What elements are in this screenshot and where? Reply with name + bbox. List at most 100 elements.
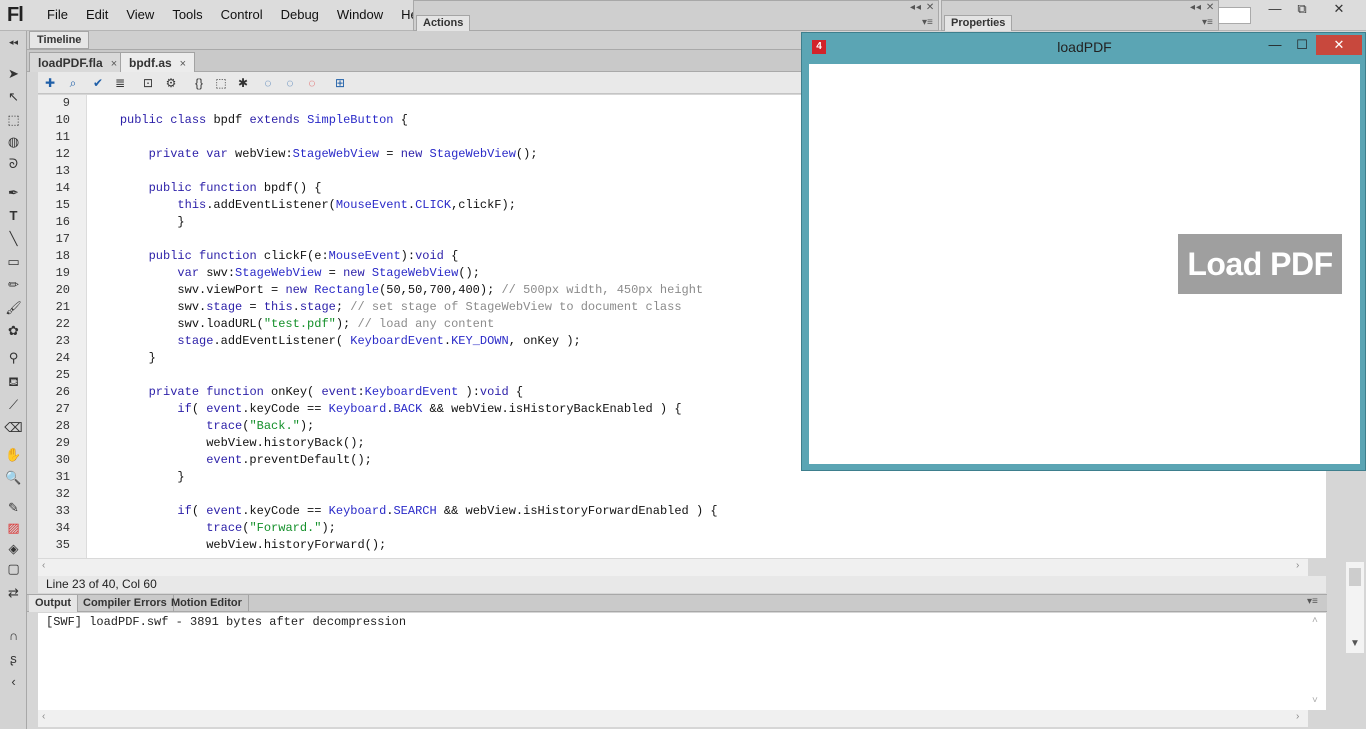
show-hide-toolbox-icon[interactable]: ⊞ bbox=[331, 74, 349, 92]
stroke-color-icon[interactable]: ✎ bbox=[4, 498, 23, 517]
menu-view[interactable]: View bbox=[117, 0, 163, 31]
code-text: webView.historyBack(); bbox=[91, 436, 365, 450]
actions-panel: Actions ◂◂ ✕ ▾≡ bbox=[413, 0, 939, 31]
tools-panel: ◂◂ ➤ ↖ ⬚ ◍ ᘐ ✒ T ╲ ▭ ✏ 🖌 ✿ ⚲ ⛾ ⟋ ⌫ ✋ 🔍 ✎… bbox=[0, 31, 27, 729]
line-icon[interactable]: ╲ bbox=[4, 229, 23, 248]
lasso-icon[interactable]: ᘐ bbox=[4, 154, 23, 173]
find-icon[interactable]: ⌕ bbox=[64, 74, 82, 92]
code-text: swv.stage = this.stage; // set stage of … bbox=[91, 300, 682, 314]
free-transform-icon[interactable]: ⬚ bbox=[4, 110, 23, 129]
snap-magnet-icon[interactable]: ∩ bbox=[4, 626, 23, 645]
pencil-icon[interactable]: ✏ bbox=[4, 275, 23, 294]
eraser-icon[interactable]: ⌫ bbox=[4, 418, 23, 437]
arrow-icon[interactable]: ➤ bbox=[4, 64, 23, 83]
menu-tools[interactable]: Tools bbox=[163, 0, 211, 31]
scroll-thumb[interactable] bbox=[1349, 568, 1361, 586]
code-line[interactable]: 33 if( event.keyCode == Keyboard.SEARCH … bbox=[38, 503, 1308, 520]
hand-icon[interactable]: ✋ bbox=[4, 445, 23, 464]
actions-tab[interactable]: Actions bbox=[416, 15, 471, 31]
menu-edit[interactable]: Edit bbox=[77, 0, 117, 31]
collapse-between-braces-icon[interactable]: {} bbox=[190, 74, 208, 92]
zoom-icon[interactable]: 🔍 bbox=[4, 468, 23, 487]
panel-collapse-icon[interactable]: ◂◂ ✕ bbox=[1190, 2, 1215, 13]
bone-icon[interactable]: ⚲ bbox=[4, 348, 23, 367]
menu-debug[interactable]: Debug bbox=[272, 0, 328, 31]
output-area[interactable]: [SWF] loadPDF.swf - 3891 bytes after dec… bbox=[38, 613, 1326, 710]
auto-format-icon[interactable]: ≣ bbox=[111, 74, 129, 92]
line-number: 34 bbox=[55, 521, 70, 535]
tab-bpdf-as[interactable]: bpdf.as × bbox=[120, 52, 196, 72]
expand-all-icon[interactable]: ✱ bbox=[234, 74, 252, 92]
collapse-selection-icon[interactable]: ⬚ bbox=[212, 74, 230, 92]
bucket-fill-icon[interactable]: ◈ bbox=[4, 539, 23, 558]
collapse-icon[interactable]: ◂◂ bbox=[4, 33, 23, 52]
menu-list: File Edit View Tools Control Debug Windo… bbox=[38, 0, 437, 31]
horizontal-scrollbar[interactable]: ‹ › bbox=[38, 558, 1308, 576]
code-hint-icon[interactable]: ⊡ bbox=[139, 74, 157, 92]
scroll-down-icon[interactable]: ˅ bbox=[1312, 695, 1318, 706]
tab-motion-editor[interactable]: Motion Editor bbox=[165, 595, 249, 612]
scroll-right-icon[interactable]: › bbox=[1296, 711, 1299, 722]
code-line[interactable]: 34 trace("Forward."); bbox=[38, 520, 1308, 537]
tab-output[interactable]: Output bbox=[29, 595, 79, 612]
straighten-icon[interactable]: ‹ bbox=[4, 672, 23, 691]
add-item-icon[interactable]: ✚ bbox=[41, 74, 59, 92]
line-number: 20 bbox=[55, 283, 70, 297]
line-number: 29 bbox=[55, 436, 70, 450]
close-icon[interactable]: × bbox=[111, 58, 117, 70]
remove-comment-icon[interactable]: ◌ bbox=[303, 74, 321, 92]
restore-button[interactable]: ⧉ bbox=[1289, 2, 1315, 18]
status-line: Line 23 of 40, Col 60 bbox=[38, 576, 1326, 593]
text-icon[interactable]: T bbox=[4, 206, 23, 225]
properties-panel: Properties ◂◂ ✕ ▾≡ bbox=[941, 0, 1219, 31]
fill-color-icon[interactable]: ▨ bbox=[4, 518, 23, 537]
panel-collapse-icon[interactable]: ◂◂ ✕ bbox=[910, 2, 935, 13]
minimize-button[interactable]: — bbox=[1262, 35, 1288, 55]
output-horizontal-scrollbar[interactable]: ‹ › bbox=[38, 710, 1308, 727]
code-text: if( event.keyCode == Keyboard.SEARCH && … bbox=[177, 504, 718, 518]
scroll-left-icon[interactable]: ‹ bbox=[42, 711, 45, 722]
code-line[interactable]: 32 bbox=[38, 486, 1308, 503]
search-input[interactable] bbox=[1218, 7, 1251, 24]
check-syntax-icon[interactable]: ✔ bbox=[89, 74, 107, 92]
scroll-down-icon[interactable]: ▼ bbox=[1350, 638, 1360, 649]
rectangle-icon[interactable]: ▭ bbox=[4, 252, 23, 271]
tab-loadpdf-fla[interactable]: loadPDF.fla × bbox=[29, 52, 127, 72]
code-text: var swv:StageWebView = new StageWebView(… bbox=[177, 266, 480, 280]
scroll-up-icon[interactable]: ˄ bbox=[1312, 615, 1318, 626]
maximize-button[interactable]: ☐ bbox=[1289, 35, 1315, 55]
close-button[interactable]: ✕ bbox=[1326, 2, 1352, 18]
paint-bucket-icon[interactable]: ⛾ bbox=[4, 372, 23, 391]
line-number: 27 bbox=[55, 402, 70, 416]
code-line[interactable]: 35 webView.historyForward(); bbox=[38, 537, 1308, 554]
close-button[interactable]: ✕ bbox=[1316, 35, 1362, 55]
vertical-scrollbar[interactable]: ▼ bbox=[1346, 562, 1364, 653]
menu-window[interactable]: Window bbox=[328, 0, 392, 31]
panel-menu-icon[interactable]: ▾≡ bbox=[1307, 596, 1318, 607]
swap-colors-icon[interactable]: ⇄ bbox=[4, 583, 23, 602]
brush-icon[interactable]: 🖌 bbox=[4, 298, 23, 317]
minimize-button[interactable]: — bbox=[1262, 2, 1288, 18]
menu-control[interactable]: Control bbox=[212, 0, 272, 31]
tab-compiler-errors[interactable]: Compiler Errors bbox=[77, 595, 174, 612]
code-line[interactable]: 31 } bbox=[38, 469, 1308, 486]
panel-menu-icon[interactable]: ▾≡ bbox=[922, 17, 933, 28]
eyedropper-icon[interactable]: ⟋ bbox=[4, 395, 23, 414]
tab-timeline[interactable]: Timeline bbox=[29, 31, 90, 49]
load-pdf-button[interactable]: Load PDF bbox=[1178, 234, 1342, 294]
deco-icon[interactable]: ✿ bbox=[4, 321, 23, 340]
subselect-icon[interactable]: ↖ bbox=[4, 87, 23, 106]
swatch-icon[interactable]: ▢ bbox=[4, 559, 23, 578]
debug-options-icon[interactable]: ⚙ bbox=[162, 74, 180, 92]
apply-line-comment-icon[interactable]: ◌ bbox=[281, 74, 299, 92]
properties-tab[interactable]: Properties bbox=[944, 15, 1013, 31]
menu-file[interactable]: File bbox=[38, 0, 77, 31]
smooth-icon[interactable]: ʂ bbox=[4, 649, 23, 668]
3d-rotation-icon[interactable]: ◍ bbox=[4, 132, 23, 151]
close-icon[interactable]: × bbox=[180, 58, 186, 70]
scroll-right-icon[interactable]: › bbox=[1296, 560, 1299, 571]
scroll-left-icon[interactable]: ‹ bbox=[42, 560, 45, 571]
pen-icon[interactable]: ✒ bbox=[4, 183, 23, 202]
panel-menu-icon[interactable]: ▾≡ bbox=[1202, 17, 1213, 28]
apply-block-comment-icon[interactable]: ◌ bbox=[259, 74, 277, 92]
